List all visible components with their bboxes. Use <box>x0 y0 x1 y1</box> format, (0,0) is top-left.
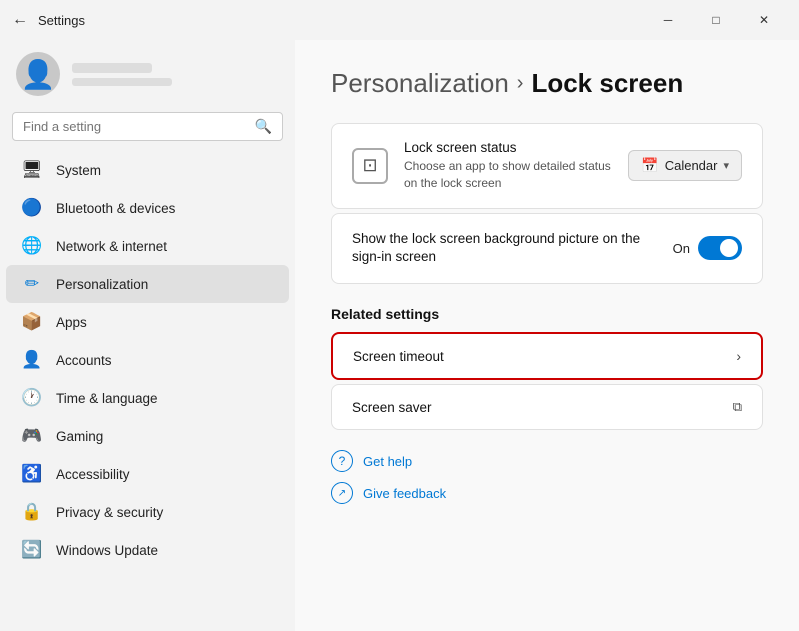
sidebar-item-label: System <box>56 163 101 178</box>
give-feedback-icon: ↗ <box>331 482 353 504</box>
sidebar-item-update[interactable]: 🔄 Windows Update <box>6 531 289 569</box>
window-controls: ─ □ ✕ <box>645 4 787 36</box>
search-box[interactable]: 🔍 <box>12 112 283 141</box>
sidebar-item-privacy[interactable]: 🔒 Privacy & security <box>6 493 289 531</box>
screen-saver-row[interactable]: Screen saver ⧉ <box>332 385 762 429</box>
bluetooth-icon: 🔵 <box>22 198 42 218</box>
close-button[interactable]: ✕ <box>741 4 787 36</box>
chevron-right-icon: › <box>736 348 741 364</box>
sidebar-item-label: Network & internet <box>56 239 167 254</box>
screen-timeout-label: Screen timeout <box>353 349 736 364</box>
show-background-row: Show the lock screen background picture … <box>332 214 762 284</box>
screen-timeout-row[interactable]: Screen timeout › <box>333 334 761 378</box>
show-background-toggle[interactable] <box>698 236 742 260</box>
accounts-icon: 👤 <box>22 350 42 370</box>
sidebar-item-gaming[interactable]: 🎮 Gaming <box>6 417 289 455</box>
sidebar-item-label: Time & language <box>56 391 158 406</box>
sidebar-item-label: Windows Update <box>56 543 158 558</box>
maximize-button[interactable]: □ <box>693 4 739 36</box>
calendar-label: Calendar <box>665 158 718 173</box>
sidebar-item-bluetooth[interactable]: 🔵 Bluetooth & devices <box>6 189 289 227</box>
sidebar-item-label: Apps <box>56 315 87 330</box>
sidebar-item-label: Personalization <box>56 277 148 292</box>
user-icon: 👤 <box>21 58 56 91</box>
sidebar-item-accessibility[interactable]: ♿ Accessibility <box>6 455 289 493</box>
privacy-icon: 🔒 <box>22 502 42 522</box>
lock-screen-status-row: ⊡ Lock screen status Choose an app to sh… <box>332 124 762 208</box>
toggle-thumb <box>720 239 738 257</box>
get-help-icon: ? <box>331 450 353 472</box>
sidebar-item-apps[interactable]: 📦 Apps <box>6 303 289 341</box>
breadcrumb-current: Lock screen <box>531 68 683 99</box>
app-title: Settings <box>38 13 645 28</box>
breadcrumb-separator: › <box>517 72 524 95</box>
sidebar: 👤 🔍 🖥 System 🔵 Bluetooth & devices 🌐 Net… <box>0 40 295 631</box>
screen-saver-label: Screen saver <box>352 400 733 415</box>
minimize-button[interactable]: ─ <box>645 4 691 36</box>
calendar-icon: 📅 <box>641 157 658 174</box>
user-subtitle <box>72 78 172 86</box>
avatar: 👤 <box>16 52 60 96</box>
lock-screen-icon: ⊡ <box>352 148 388 184</box>
sidebar-item-label: Accessibility <box>56 467 130 482</box>
app-body: 👤 🔍 🖥 System 🔵 Bluetooth & devices 🌐 Net… <box>0 40 799 631</box>
sidebar-item-label: Bluetooth & devices <box>56 201 175 216</box>
toggle-state-label: On <box>673 241 690 256</box>
lock-screen-status-title: Lock screen status <box>404 140 612 155</box>
back-button[interactable]: ← <box>12 11 28 29</box>
get-help-link[interactable]: ? Get help <box>331 450 763 472</box>
accessibility-icon: ♿ <box>22 464 42 484</box>
time-icon: 🕐 <box>22 388 42 408</box>
sidebar-item-label: Accounts <box>56 353 112 368</box>
main-content: Personalization › Lock screen ⊡ Lock scr… <box>295 40 799 631</box>
lock-screen-status-desc: Choose an app to show detailed status on… <box>404 158 612 192</box>
search-icon: 🔍 <box>255 118 272 135</box>
gaming-icon: 🎮 <box>22 426 42 446</box>
sidebar-item-label: Gaming <box>56 429 103 444</box>
screen-saver-card: Screen saver ⧉ <box>331 384 763 430</box>
sidebar-item-label: Privacy & security <box>56 505 163 520</box>
show-background-label: Show the lock screen background picture … <box>352 230 673 268</box>
sidebar-item-personalization[interactable]: ✏ Personalization <box>6 265 289 303</box>
apps-icon: 📦 <box>22 312 42 332</box>
help-section: ? Get help ↗ Give feedback <box>331 450 763 504</box>
get-help-label: Get help <box>363 454 412 469</box>
title-bar: ← Settings ─ □ ✕ <box>0 0 799 40</box>
network-icon: 🌐 <box>22 236 42 256</box>
sidebar-item-accounts[interactable]: 👤 Accounts <box>6 341 289 379</box>
chevron-down-icon: ▾ <box>723 159 729 172</box>
external-link-icon: ⧉ <box>733 399 742 415</box>
lock-screen-status-text: Lock screen status Choose an app to show… <box>404 140 612 192</box>
sidebar-item-network[interactable]: 🌐 Network & internet <box>6 227 289 265</box>
breadcrumb: Personalization › Lock screen <box>331 68 763 99</box>
user-profile: 👤 <box>0 40 295 112</box>
search-input[interactable] <box>23 119 249 134</box>
user-name <box>72 63 152 73</box>
show-background-card: Show the lock screen background picture … <box>331 213 763 285</box>
calendar-dropdown[interactable]: 📅 Calendar ▾ <box>628 150 742 181</box>
update-icon: 🔄 <box>22 540 42 560</box>
give-feedback-label: Give feedback <box>363 486 446 501</box>
give-feedback-link[interactable]: ↗ Give feedback <box>331 482 763 504</box>
related-settings-label: Related settings <box>331 306 763 322</box>
personalization-icon: ✏ <box>22 274 42 294</box>
system-icon: 🖥 <box>22 160 42 180</box>
lock-screen-status-card: ⊡ Lock screen status Choose an app to sh… <box>331 123 763 209</box>
breadcrumb-parent: Personalization <box>331 68 509 99</box>
user-info <box>72 63 172 86</box>
sidebar-item-system[interactable]: 🖥 System <box>6 151 289 189</box>
screen-timeout-card: Screen timeout › <box>331 332 763 380</box>
sidebar-item-time[interactable]: 🕐 Time & language <box>6 379 289 417</box>
